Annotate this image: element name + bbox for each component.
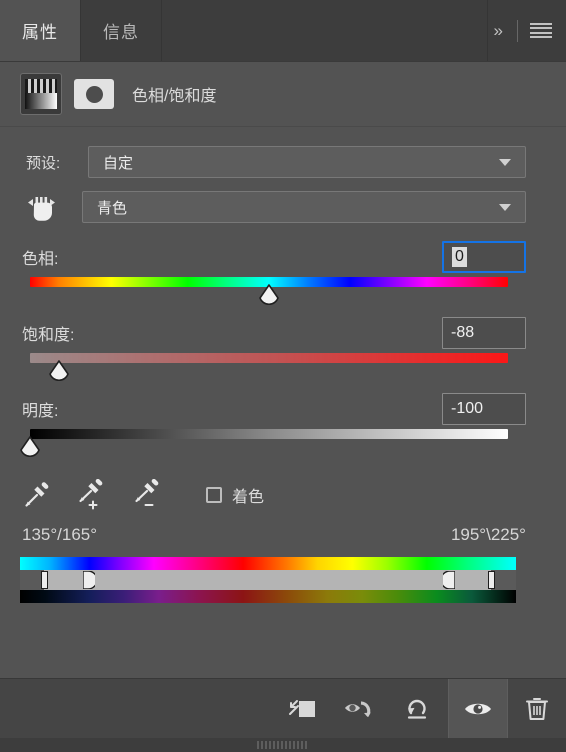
panel-body: 预设: 自定 青色 色相: 0 饱和度: -88 明度: -100 着色 135… [0,127,566,678]
adjustment-title: 色相/饱和度 [132,88,217,105]
tab-strip-filler [162,0,488,61]
saturation-value: -88 [451,324,475,341]
grip-dots-icon [257,741,309,749]
eyedropper-icon[interactable] [20,478,54,512]
colorize-control[interactable]: 着色 [206,483,264,507]
preset-row: 预设: 自定 [26,146,526,178]
chevron-down-icon [499,158,511,166]
saturation-track-wrap[interactable] [22,353,526,391]
hue-spectrum-bar [20,557,516,570]
hue-saturation-thumbnail[interactable] [20,73,62,115]
adjustment-header: 色相/饱和度 [0,62,566,127]
eye-icon [465,703,491,714]
panel-footer-toolbar [0,678,566,738]
delete-button[interactable] [508,679,566,738]
eyedropper-subtract-icon[interactable] [132,478,166,512]
color-range-value: 青色 [97,199,128,217]
panel-header-tools: » [487,0,566,61]
hamburger-menu-icon[interactable] [530,22,552,39]
tab-info[interactable]: 信息 [81,0,162,61]
channel-row: 青色 [22,190,526,224]
range-handle-inner-right[interactable] [443,571,456,589]
eyedropper-row: 着色 [20,475,526,515]
range-handle-outer-right[interactable] [488,571,496,589]
clip-to-layer-icon [289,699,315,717]
panel-tab-strip: 属性 信息 » [0,0,566,62]
lightness-value: -100 [451,400,484,417]
layer-mask-thumbnail[interactable] [74,79,114,109]
eye-arrow-icon [345,700,371,717]
lightness-gradient-track[interactable] [30,429,508,439]
header-divider [517,19,518,42]
saturation-input[interactable]: -88 [442,317,526,349]
lightness-slider-group: 明度: -100 [20,391,526,467]
hue-label: 色相: [22,251,59,268]
reset-arrow-icon [407,699,427,719]
panel-resize-grip[interactable] [0,738,566,752]
reset-button[interactable] [390,679,448,738]
tab-properties[interactable]: 属性 [0,0,81,61]
lightness-input[interactable]: -100 [442,393,526,425]
on-image-adjustment-hand-icon[interactable] [22,190,70,224]
preset-dropdown[interactable]: 自定 [88,146,526,178]
eyedropper-add-icon[interactable] [76,478,110,512]
saturation-slider-group: 饱和度: -88 [22,315,526,391]
hue-value: 0 [452,247,467,267]
saturation-label: 饱和度: [22,327,75,344]
clip-to-layer-button[interactable] [274,679,332,738]
range-degree-labels: 135°/165° 195°\225° [22,525,526,545]
preset-label: 预设: [26,154,61,172]
hue-input[interactable]: 0 [442,241,526,273]
hue-slider-group: 色相: 0 [22,239,526,315]
saturation-slider-handle[interactable] [46,360,72,384]
saturation-gradient-track[interactable] [30,353,508,363]
tab-properties-label: 属性 [22,23,58,42]
lightness-slider-handle[interactable] [17,436,43,460]
hue-header: 色相: 0 [22,239,526,275]
colorize-label: 着色 [232,489,265,506]
hue-track-wrap[interactable] [22,277,526,315]
range-selection-region[interactable] [43,570,492,590]
hue-slider-handle[interactable] [256,284,282,308]
properties-panel: 属性 信息 » 色相/饱和度 预设: 自定 青色 色相: 0 饱和度: -88 … [0,0,566,752]
saturation-header: 饱和度: -88 [22,315,526,351]
trash-icon [526,697,548,720]
range-left-label: 135°/165° [22,525,98,544]
lightness-header: 明度: -100 [22,391,526,427]
chevron-double-right-icon[interactable]: » [494,21,505,41]
preset-value: 自定 [103,154,134,172]
color-range-selector[interactable] [20,557,516,603]
colorize-checkbox[interactable] [206,487,222,503]
visibility-button[interactable] [448,679,508,738]
range-right-label: 195°\225° [450,525,526,544]
color-range-dropdown[interactable]: 青色 [82,191,526,223]
tab-info-label: 信息 [103,23,139,42]
range-handle-outer-left[interactable] [40,571,48,589]
lightness-label: 明度: [22,403,59,420]
result-spectrum-bar [20,590,516,603]
hue-saturation-thumbnail-image [25,79,57,109]
chevron-down-icon [499,203,511,211]
toggle-preview-button[interactable] [332,679,390,738]
lightness-track-wrap[interactable] [20,429,526,467]
range-handle-inner-left[interactable] [83,571,96,589]
